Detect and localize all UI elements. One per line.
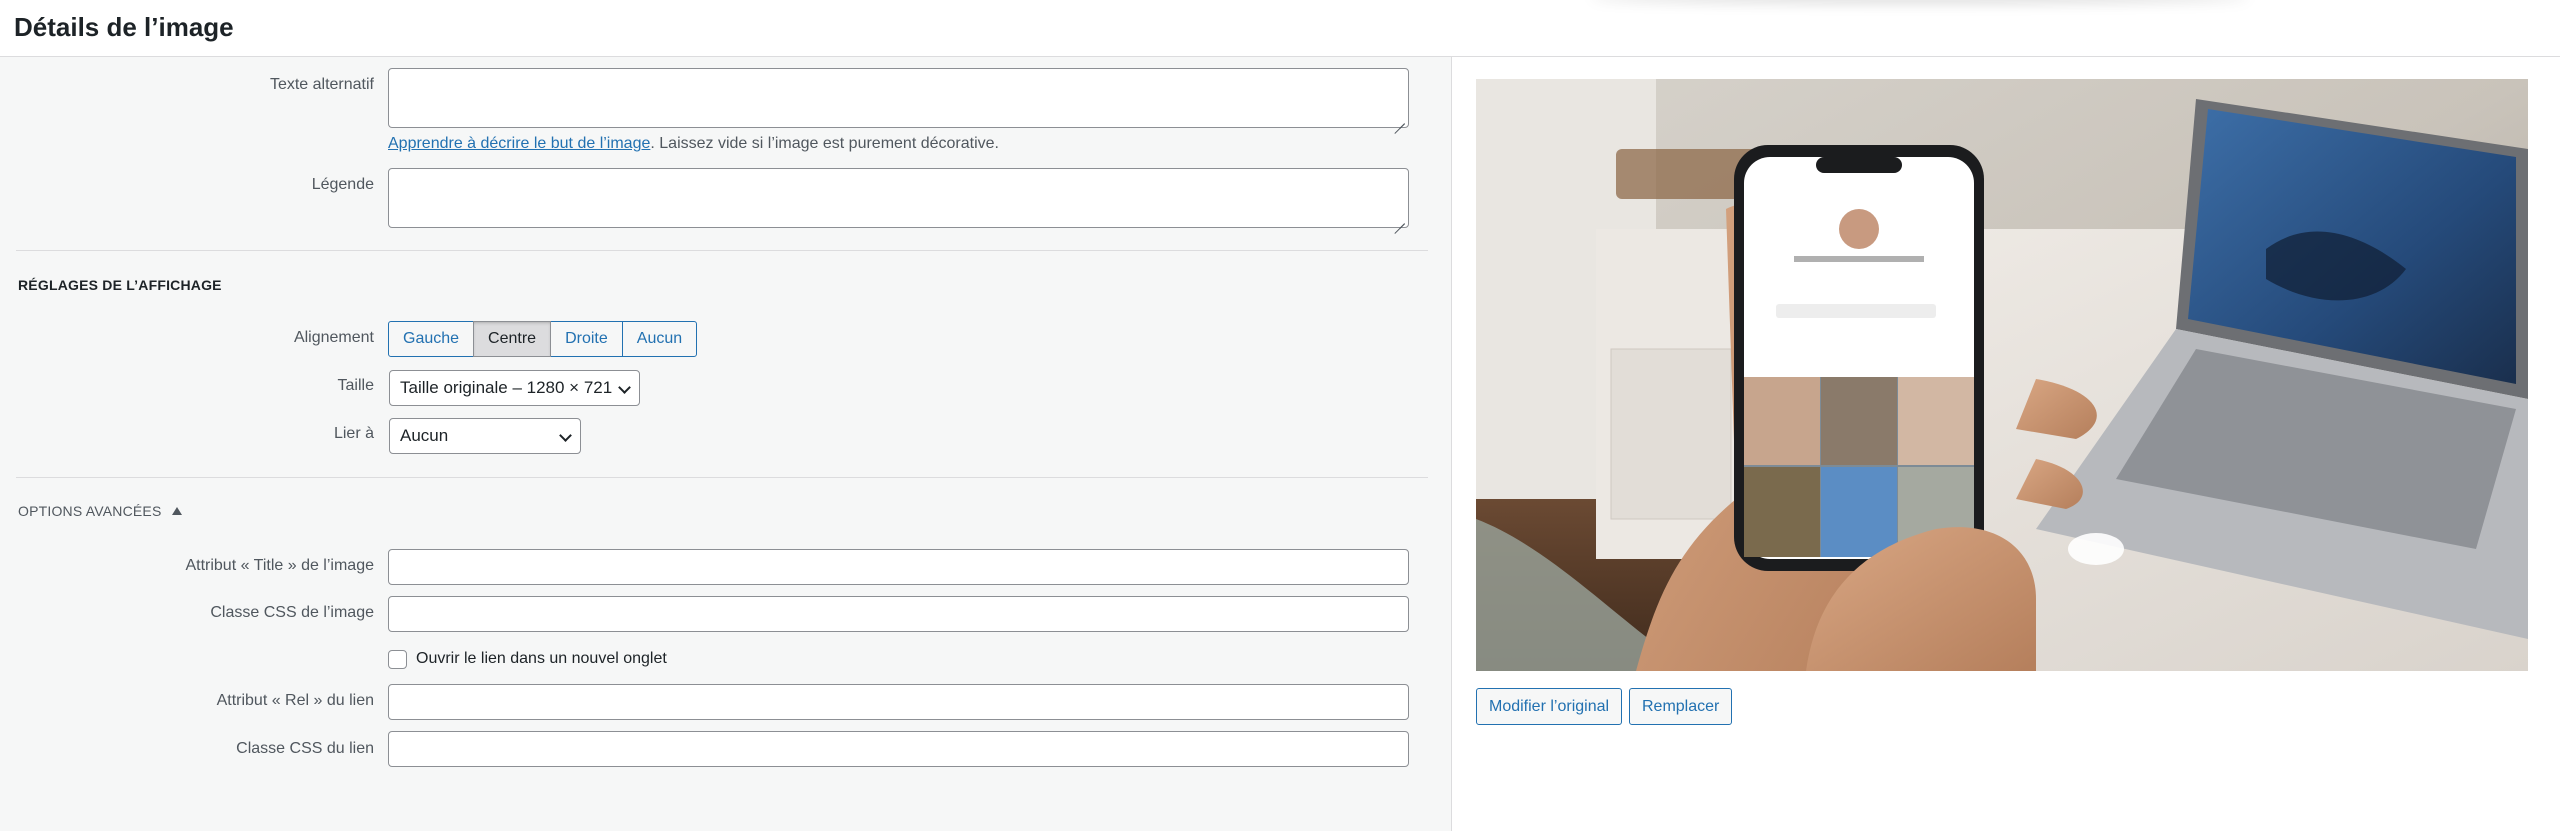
replace-button[interactable]: Remplacer: [1629, 688, 1733, 725]
alt-text-label: Texte alternatif: [269, 76, 374, 93]
divider: [16, 477, 1428, 478]
rel-label: Attribut « Rel » du lien: [216, 692, 374, 709]
modal-header: Détails de l’image: [0, 0, 2560, 57]
rel-input[interactable]: [388, 684, 1409, 720]
link-css-label: Classe CSS du lien: [236, 740, 374, 757]
resize-grip-icon[interactable]: [1393, 112, 1405, 124]
divider: [16, 250, 1428, 251]
image-css-label: Classe CSS de l’image: [210, 604, 374, 621]
link-to-label: Lier à: [333, 425, 374, 442]
size-select-value: Taille originale – 1280 × 721: [400, 378, 613, 397]
align-center-button[interactable]: Centre: [473, 321, 552, 357]
settings-panel: Texte alternatif Apprendre à décrire le …: [0, 57, 1452, 831]
image-preview-panel: Modifier l’original Remplacer: [1453, 57, 2560, 831]
triangle-up-icon: [171, 507, 182, 515]
new-tab-label: Ouvrir le lien dans un nouvel onglet: [416, 650, 667, 667]
photo-illustration: [1476, 79, 2528, 671]
alignment-button-group: Gauche Centre Droite Aucun: [388, 321, 698, 357]
link-to-select[interactable]: Aucun: [389, 418, 581, 454]
edit-original-button[interactable]: Modifier l’original: [1476, 688, 1623, 725]
resize-grip-icon[interactable]: [1393, 212, 1405, 224]
image-css-input[interactable]: [388, 596, 1409, 632]
link-to-select-value: Aucun: [400, 426, 449, 445]
new-tab-checkbox[interactable]: [388, 650, 407, 669]
align-left-button[interactable]: Gauche: [388, 321, 475, 357]
advanced-options-title: Options avancées: [18, 503, 162, 519]
chevron-down-icon: [559, 429, 572, 442]
link-css-input[interactable]: [388, 731, 1409, 767]
image-preview: [1476, 79, 2528, 671]
caption-field[interactable]: [388, 168, 1409, 228]
display-settings-title: Réglages de l’affichage: [18, 277, 222, 293]
alt-text-field[interactable]: [388, 68, 1409, 128]
title-attr-label: Attribut « Title » de l’image: [185, 557, 374, 574]
align-right-button[interactable]: Droite: [550, 321, 623, 357]
align-none-button[interactable]: Aucun: [621, 321, 698, 357]
chevron-down-icon: [618, 381, 631, 394]
alt-help-text: . Laissez vide si l’image est purement d…: [650, 135, 999, 152]
alignment-label: Alignement: [293, 329, 374, 346]
alt-help: Apprendre à décrire le but de l’image. L…: [388, 135, 999, 153]
alt-help-link[interactable]: Apprendre à décrire le but de l’image: [388, 135, 650, 152]
size-select[interactable]: Taille originale – 1280 × 721: [389, 370, 640, 406]
title-attr-input[interactable]: [388, 549, 1409, 585]
caption-label: Légende: [311, 176, 374, 193]
advanced-options-toggle[interactable]: Options avancées: [18, 503, 182, 519]
page-title: Détails de l’image: [14, 12, 234, 42]
size-label: Taille: [337, 377, 374, 394]
